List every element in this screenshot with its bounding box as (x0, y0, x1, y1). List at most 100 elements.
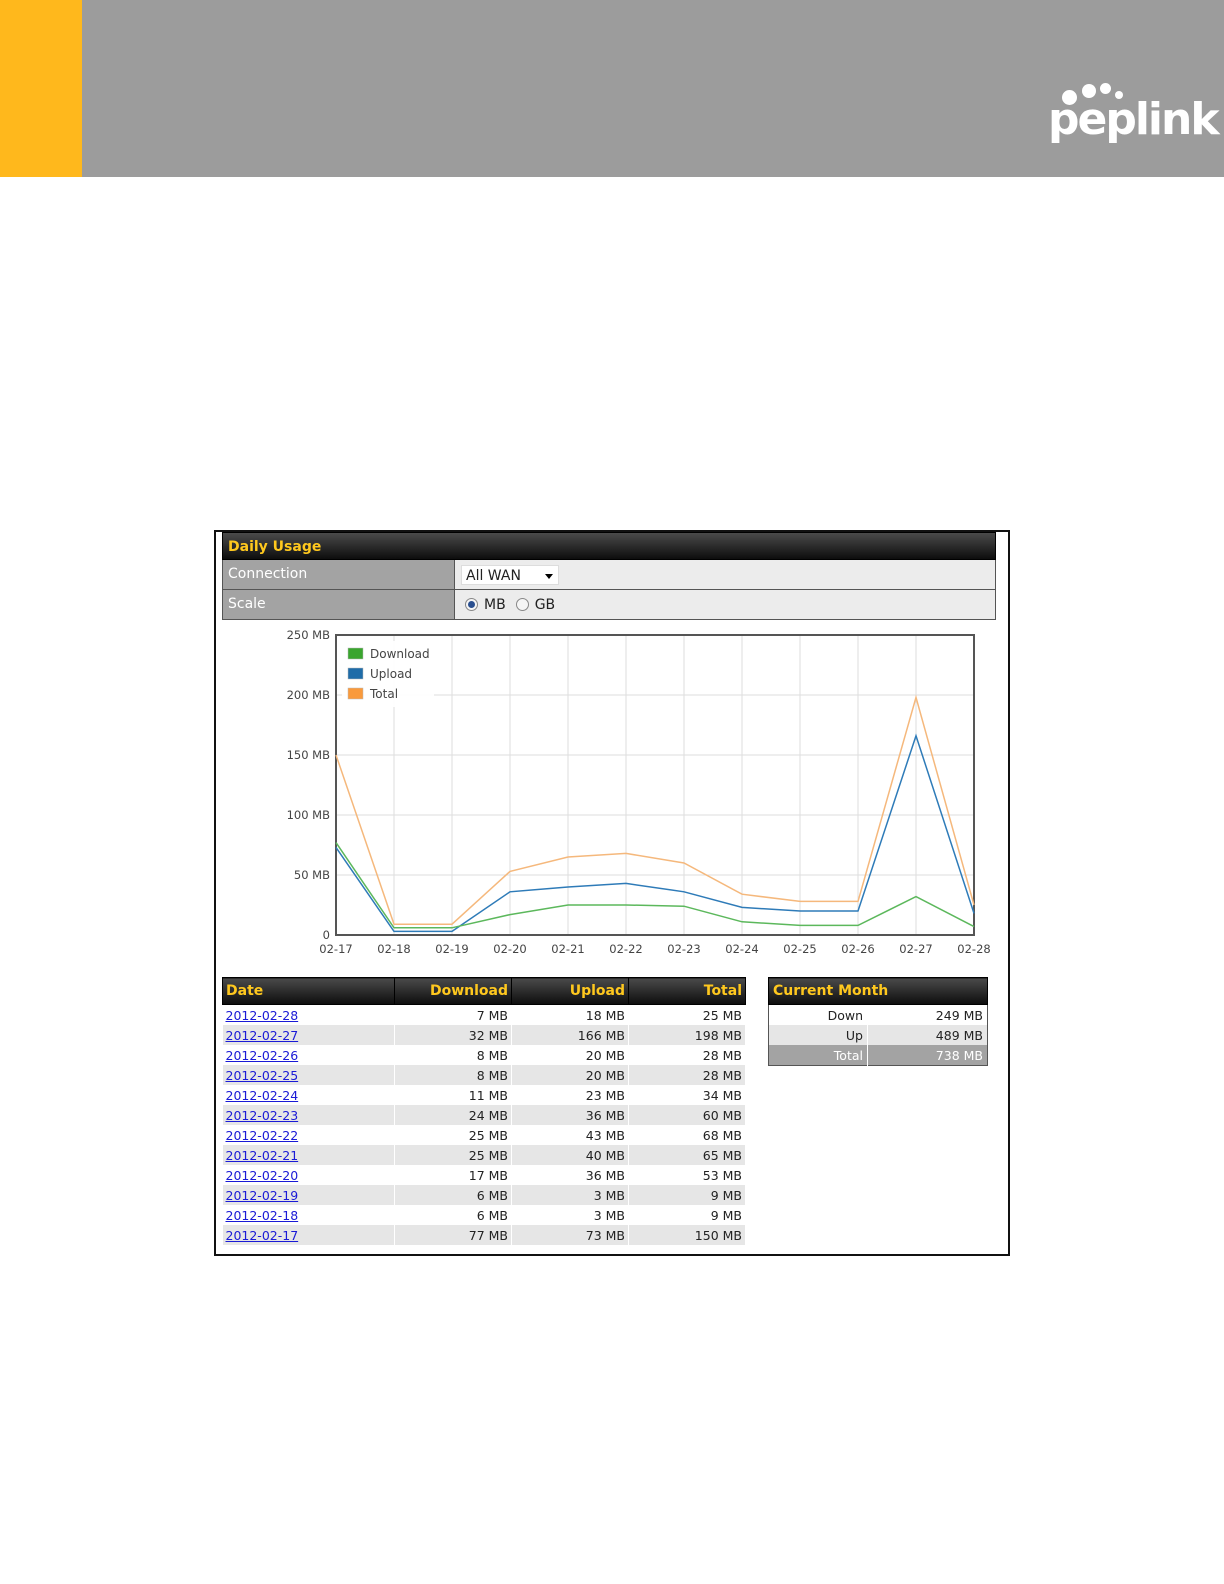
accent-bar (0, 0, 82, 177)
upload-cell: 18 MB (511, 1004, 629, 1025)
y-tick-label: 50 MB (294, 868, 330, 882)
download-cell: 77 MB (394, 1225, 512, 1245)
table-row: 2012-02-25 8 MB 20 MB 28 MB (222, 1065, 746, 1085)
download-cell: 6 MB (394, 1185, 512, 1205)
total-cell: 28 MB (628, 1045, 746, 1065)
total-cell: 34 MB (628, 1085, 746, 1105)
current-month-title: Current Month (768, 977, 988, 1005)
page-header: peplink (0, 0, 1224, 177)
y-tick-label: 200 MB (287, 688, 331, 702)
scale-label: Scale (223, 590, 455, 619)
date-link[interactable]: 2012-02-21 (226, 1148, 299, 1163)
date-link[interactable]: 2012-02-25 (226, 1068, 299, 1083)
download-cell: 32 MB (394, 1025, 512, 1045)
table-row: 2012-02-28 7 MB 18 MB 25 MB (222, 1004, 746, 1025)
col-upload[interactable]: Upload (511, 977, 629, 1005)
legend-label: Download (370, 647, 430, 661)
total-cell: 25 MB (628, 1004, 746, 1025)
date-link[interactable]: 2012-02-23 (226, 1108, 299, 1123)
download-cell: 24 MB (394, 1105, 512, 1125)
x-tick-label: 02-23 (667, 942, 700, 956)
legend-label: Upload (370, 667, 412, 681)
table-row: 2012-02-21 25 MB 40 MB 65 MB (222, 1145, 746, 1165)
month-total-value: 738 MB (867, 1045, 988, 1066)
legend-label: Total (369, 687, 398, 701)
scale-radio-gb[interactable] (515, 598, 529, 611)
legend-swatch (347, 647, 364, 660)
connection-label: Connection (223, 560, 455, 589)
download-cell: 11 MB (394, 1085, 512, 1105)
download-cell: 8 MB (394, 1065, 512, 1085)
upload-cell: 3 MB (511, 1205, 629, 1225)
date-link[interactable]: 2012-02-17 (226, 1228, 299, 1243)
download-cell: 17 MB (394, 1165, 512, 1185)
table-row: 2012-02-18 6 MB 3 MB 9 MB (222, 1205, 746, 1225)
x-tick-label: 02-19 (435, 942, 468, 956)
upload-cell: 20 MB (511, 1065, 629, 1085)
date-link[interactable]: 2012-02-27 (226, 1028, 299, 1043)
upload-cell: 166 MB (511, 1025, 629, 1045)
date-cell: 2012-02-21 (222, 1145, 395, 1165)
total-cell: 28 MB (628, 1065, 746, 1085)
total-cell: 9 MB (628, 1205, 746, 1225)
date-link[interactable]: 2012-02-19 (226, 1188, 299, 1203)
daily-usage-screenshot: Daily Usage Connection All WAN Scale MB … (214, 530, 1010, 1256)
download-cell: 6 MB (394, 1205, 512, 1225)
date-link[interactable]: 2012-02-22 (226, 1128, 299, 1143)
scale-row: Scale MB GB (222, 590, 996, 620)
download-cell: 8 MB (394, 1045, 512, 1065)
table-row: 2012-02-22 25 MB 43 MB 68 MB (222, 1125, 746, 1145)
x-tick-label: 02-25 (783, 942, 816, 956)
date-link[interactable]: 2012-02-20 (226, 1168, 299, 1183)
upload-cell: 40 MB (511, 1145, 629, 1165)
chevron-down-icon (545, 573, 553, 579)
y-tick-label: 0 (323, 928, 330, 942)
x-tick-label: 02-21 (551, 942, 584, 956)
table-row: 2012-02-26 8 MB 20 MB 28 MB (222, 1045, 746, 1065)
usage-table: Date Download Upload Total 2012-02-28 7 M… (222, 977, 746, 1245)
scale-radio-mb[interactable] (465, 598, 478, 611)
y-tick-label: 150 MB (287, 748, 331, 762)
date-cell: 2012-02-26 (222, 1045, 395, 1065)
total-cell: 150 MB (628, 1225, 746, 1245)
date-link[interactable]: 2012-02-26 (226, 1048, 299, 1063)
legend-swatch (347, 687, 364, 700)
x-tick-label: 02-18 (377, 942, 410, 956)
upload-cell: 3 MB (511, 1185, 629, 1205)
x-tick-label: 02-17 (319, 942, 352, 956)
col-download[interactable]: Download (394, 977, 512, 1005)
connection-select[interactable]: All WAN (461, 564, 559, 585)
x-tick-label: 02-26 (841, 942, 874, 956)
upload-cell: 23 MB (511, 1085, 629, 1105)
y-tick-label: 250 MB (287, 628, 331, 642)
col-date[interactable]: Date (222, 977, 395, 1005)
upload-cell: 20 MB (511, 1045, 629, 1065)
peplink-logo: peplink (1048, 80, 1220, 160)
col-total[interactable]: Total (628, 977, 746, 1005)
date-cell: 2012-02-28 (222, 1004, 395, 1025)
total-cell: 198 MB (628, 1025, 746, 1045)
total-cell: 65 MB (628, 1145, 746, 1165)
table-row: 2012-02-19 6 MB 3 MB 9 MB (222, 1185, 746, 1205)
date-cell: 2012-02-18 (222, 1205, 395, 1225)
table-row: 2012-02-17 77 MB 73 MB 150 MB (222, 1225, 746, 1245)
connection-row: Connection All WAN (222, 560, 996, 590)
date-link[interactable]: 2012-02-24 (226, 1088, 299, 1103)
month-up-label: Up (768, 1025, 868, 1045)
date-cell: 2012-02-19 (222, 1185, 395, 1205)
date-cell: 2012-02-27 (222, 1025, 395, 1045)
date-cell: 2012-02-17 (222, 1225, 395, 1245)
table-row: 2012-02-20 17 MB 36 MB 53 MB (222, 1165, 746, 1185)
total-cell: 60 MB (628, 1105, 746, 1125)
date-link[interactable]: 2012-02-28 (226, 1008, 299, 1023)
download-cell: 25 MB (394, 1125, 512, 1145)
date-cell: 2012-02-24 (222, 1085, 395, 1105)
legend-swatch (347, 667, 364, 680)
table-row: 2012-02-23 24 MB 36 MB 60 MB (222, 1105, 746, 1125)
upload-cell: 36 MB (511, 1165, 629, 1185)
table-row: 2012-02-24 11 MB 23 MB 34 MB (222, 1085, 746, 1105)
x-tick-label: 02-22 (609, 942, 642, 956)
date-link[interactable]: 2012-02-18 (226, 1208, 299, 1223)
x-tick-label: 02-24 (725, 942, 758, 956)
upload-cell: 73 MB (511, 1225, 629, 1245)
